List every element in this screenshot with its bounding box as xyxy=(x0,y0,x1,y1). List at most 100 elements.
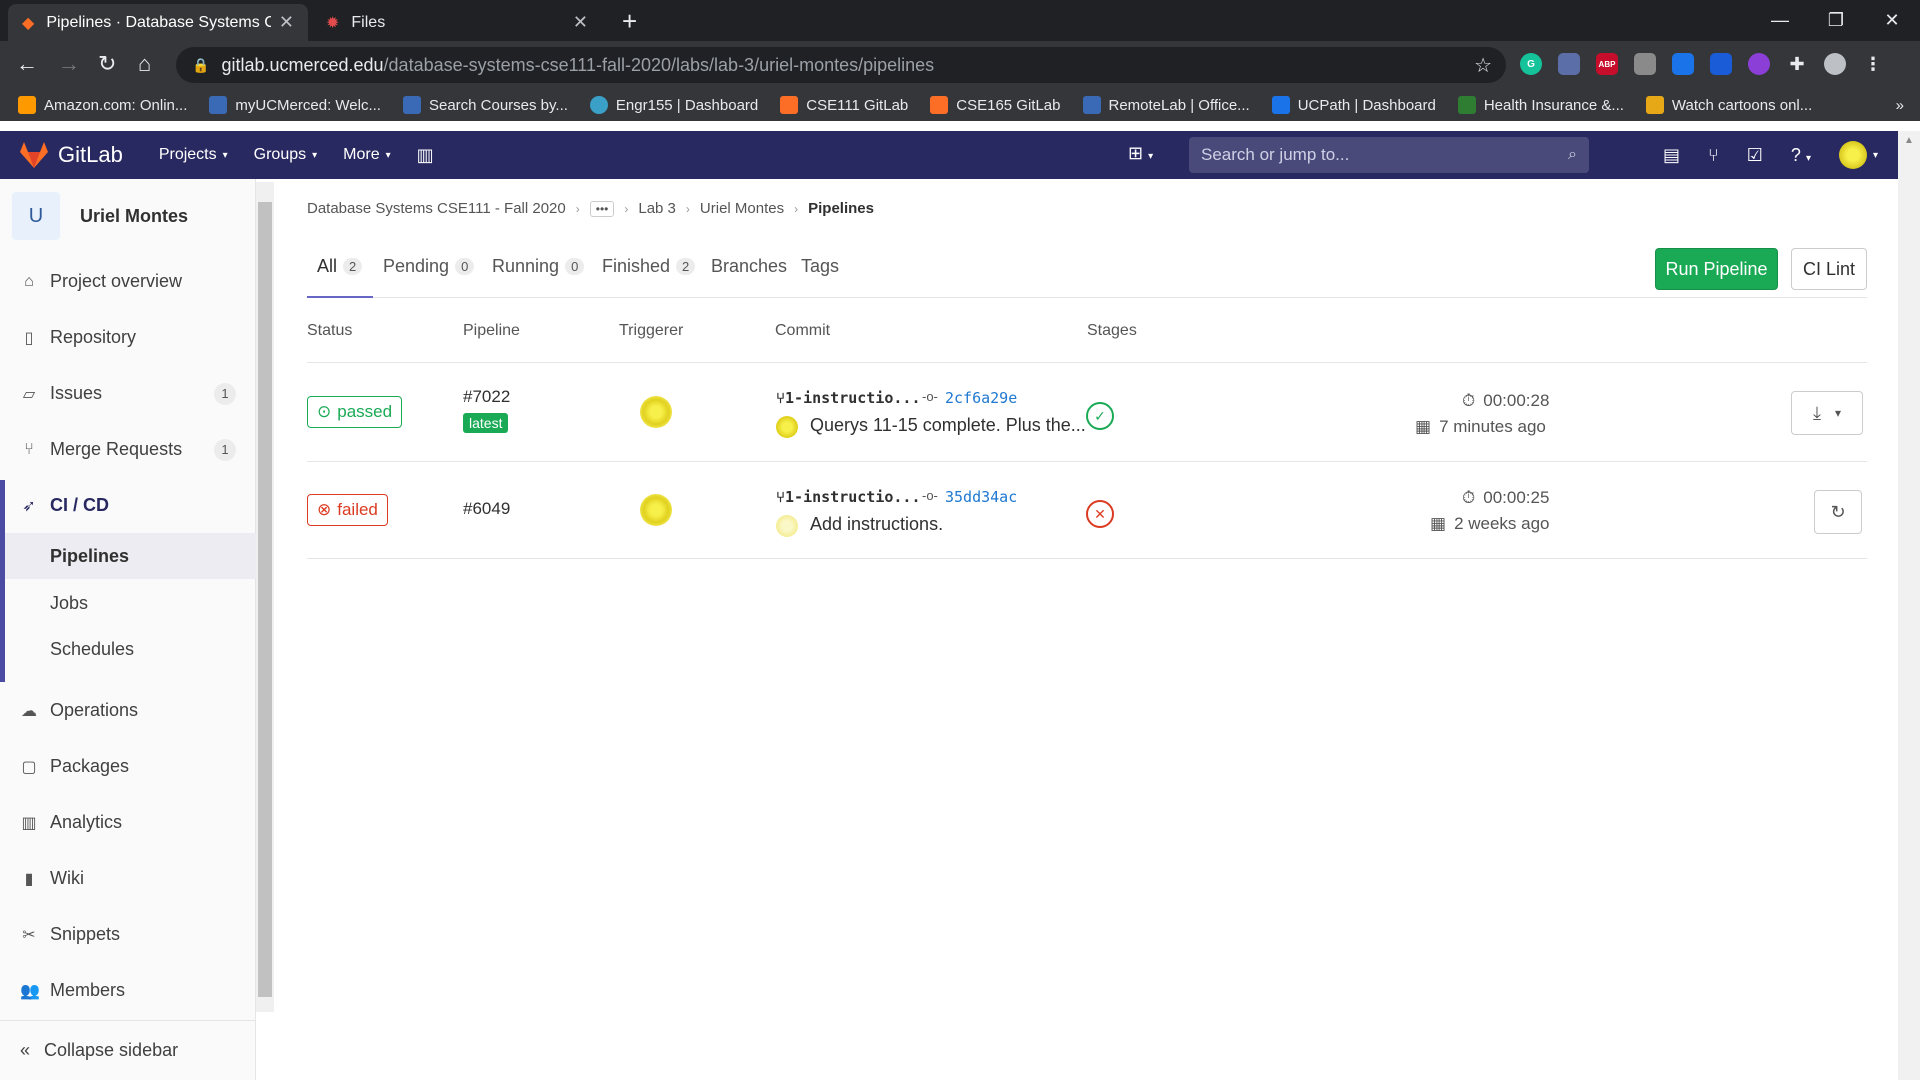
activity-chart-icon[interactable]: ▥ xyxy=(417,145,434,166)
gitlab-header: GitLab Projects ▾ Groups ▾ More ▾ ▥ ⊞ ▾ Sea… xyxy=(0,131,1898,179)
close-icon[interactable]: ✕ xyxy=(279,12,294,33)
bookmark-item[interactable]: RemoteLab | Office... xyxy=(1082,96,1250,114)
restore-icon[interactable]: ❐ xyxy=(1808,0,1864,41)
bookmark-item[interactable]: Search Courses by... xyxy=(402,96,568,114)
tab-tags[interactable]: Tags xyxy=(801,256,839,277)
nav-groups[interactable]: Groups ▾ xyxy=(254,146,318,164)
tab-branches[interactable]: Branches xyxy=(711,256,787,277)
menu-kebab-icon[interactable]: ⋮ xyxy=(1862,53,1884,75)
url-bar[interactable]: 🔒 gitlab.ucmerced.edu /database-systems-… xyxy=(176,47,1506,83)
collapse-sidebar-button[interactable]: « Collapse sidebar xyxy=(20,1040,178,1061)
scroll-up-icon[interactable]: ▲ xyxy=(1904,135,1914,146)
user-menu[interactable]: ▾ xyxy=(1838,141,1878,169)
bookmark-item[interactable]: Amazon.com: Onlin... xyxy=(18,96,187,114)
issues-icon[interactable]: ▤ xyxy=(1663,145,1680,166)
new-tab-button[interactable]: + xyxy=(622,6,637,37)
scrollbar-thumb[interactable] xyxy=(258,202,272,997)
browser-tab-pipelines[interactable]: ◆ Pipelines · Database Systems CSE ✕ xyxy=(8,4,308,41)
sidebar-item-analytics[interactable]: ▥ Analytics xyxy=(20,812,236,833)
bookmark-item[interactable]: CSE165 GitLab xyxy=(930,96,1061,114)
download-artifacts-button[interactable]: ⤓ ▾ xyxy=(1791,391,1863,435)
breadcrumb-item[interactable]: Uriel Montes xyxy=(700,200,784,217)
extension-icon[interactable] xyxy=(1672,53,1694,75)
ci-lint-button[interactable]: CI Lint xyxy=(1791,248,1867,290)
sidebar-item-project-overview[interactable]: ⌂ Project overview xyxy=(20,271,236,292)
sidebar-item-wiki[interactable]: ▮ Wiki xyxy=(20,868,236,889)
tab-finished[interactable]: Finished 2 xyxy=(602,256,696,277)
avatar[interactable] xyxy=(776,515,798,537)
puzzle-extensions-icon[interactable]: ✚ xyxy=(1786,53,1808,75)
help-icon[interactable]: ? ▾ xyxy=(1791,145,1811,166)
back-icon[interactable]: ← xyxy=(16,51,38,77)
run-pipeline-button[interactable]: Run Pipeline xyxy=(1655,248,1778,290)
merge-requests-icon[interactable]: ⑂ xyxy=(1708,145,1719,166)
nav-more[interactable]: More ▾ xyxy=(343,146,390,164)
sidebar-item-operations[interactable]: ☁ Operations xyxy=(20,700,236,721)
bookmark-item[interactable]: myUCMerced: Welc... xyxy=(209,96,381,114)
status-badge[interactable]: ⊙ passed xyxy=(307,396,403,428)
bookmark-item[interactable]: UCPath | Dashboard xyxy=(1271,96,1436,114)
adblock-extension-icon[interactable]: ABP xyxy=(1596,53,1618,75)
commit-sha-link[interactable]: 2cf6a29e xyxy=(945,389,1017,407)
reload-icon[interactable]: ↻ xyxy=(98,51,116,77)
extension-icon[interactable] xyxy=(1710,53,1732,75)
branch-link[interactable]: ⑂1-instructio... xyxy=(776,488,920,506)
browser-tab-files[interactable]: ✹ Files ✕ xyxy=(312,4,602,41)
stage-passed-icon[interactable]: ✓ xyxy=(1086,402,1114,430)
forward-icon[interactable]: → xyxy=(58,51,80,77)
commit-message-link[interactable]: Add instructions. xyxy=(810,514,943,535)
sidebar-item-packages[interactable]: ▢ Packages xyxy=(20,756,236,777)
url-path: /database-systems-cse111-fall-2020/labs/… xyxy=(383,54,935,75)
bookmark-star-icon[interactable]: ☆ xyxy=(1474,53,1492,78)
close-window-icon[interactable]: ✕ xyxy=(1864,0,1920,41)
status-badge[interactable]: ⊗ failed xyxy=(307,494,388,526)
more-bookmarks-icon[interactable]: » xyxy=(1896,97,1904,114)
bookmark-item[interactable]: Health Insurance &... xyxy=(1457,96,1624,114)
minimize-icon[interactable]: — xyxy=(1752,0,1808,41)
sidebar-scrollbar[interactable] xyxy=(256,182,274,1012)
home-icon[interactable]: ⌂ xyxy=(138,51,151,77)
new-item-dropdown[interactable]: ⊞ ▾ xyxy=(1128,143,1153,164)
avatar[interactable] xyxy=(640,396,672,428)
commit-message-link[interactable]: Querys 11-15 complete. Plus the... xyxy=(810,415,1086,436)
bookmark-item[interactable]: Watch cartoons onl... xyxy=(1645,96,1812,114)
sidebar-item-snippets[interactable]: ✂ Snippets xyxy=(20,924,236,945)
pipeline-id-link[interactable]: #6049 xyxy=(463,499,510,519)
page-scrollbar[interactable]: ▲ xyxy=(1898,131,1920,1080)
gitlab-logo[interactable]: GitLab xyxy=(20,142,123,168)
tab-all[interactable]: All 2 xyxy=(317,256,363,277)
stage-failed-icon[interactable]: ✕ xyxy=(1086,500,1114,528)
sidebar-item-members[interactable]: 👥 Members xyxy=(20,980,236,1001)
breadcrumb-current: Pipelines xyxy=(808,200,874,217)
sidebar-subitem-schedules[interactable]: Schedules xyxy=(50,639,134,660)
bookmark-item[interactable]: Engr155 | Dashboard xyxy=(589,96,758,114)
avatar[interactable] xyxy=(776,416,798,438)
extension-icon[interactable] xyxy=(1558,53,1580,75)
breadcrumb: Database Systems CSE111 - Fall 2020 › ••… xyxy=(307,200,874,217)
breadcrumb-item[interactable]: Database Systems CSE111 - Fall 2020 xyxy=(307,200,566,217)
profile-icon[interactable] xyxy=(1824,53,1846,75)
tab-running[interactable]: Running 0 xyxy=(492,256,585,277)
tab-pending[interactable]: Pending 0 xyxy=(383,256,475,277)
search-input[interactable]: Search or jump to... ⌕ xyxy=(1189,137,1589,173)
sidebar-project[interactable]: U Uriel Montes xyxy=(12,192,188,240)
retry-button[interactable]: ↻ xyxy=(1814,490,1862,534)
todos-icon[interactable]: ☑ xyxy=(1747,145,1763,166)
sidebar-item-repository[interactable]: ▯ Repository xyxy=(20,327,236,348)
commit-sha-link[interactable]: 35dd34ac xyxy=(945,488,1017,506)
pipeline-id-link[interactable]: #7022 xyxy=(463,387,510,407)
sidebar-subitem-jobs[interactable]: Jobs xyxy=(50,593,88,614)
bookmark-item[interactable]: CSE111 GitLab xyxy=(780,96,908,114)
status-label: failed xyxy=(337,500,378,519)
extension-icon[interactable] xyxy=(1634,53,1656,75)
nav-projects[interactable]: Projects ▾ xyxy=(159,146,228,164)
breadcrumb-expand-button[interactable]: ••• xyxy=(589,200,615,217)
breadcrumb-item[interactable]: Lab 3 xyxy=(638,200,676,217)
branch-link[interactable]: ⑂1-instructio... xyxy=(776,389,920,407)
grammarly-extension-icon[interactable]: G xyxy=(1520,53,1542,75)
close-icon[interactable]: ✕ xyxy=(573,12,588,33)
avatar[interactable] xyxy=(640,494,672,526)
column-header-pipeline: Pipeline xyxy=(463,322,520,339)
dark-mode-extension-icon[interactable] xyxy=(1748,53,1770,75)
avatar xyxy=(1838,141,1867,169)
